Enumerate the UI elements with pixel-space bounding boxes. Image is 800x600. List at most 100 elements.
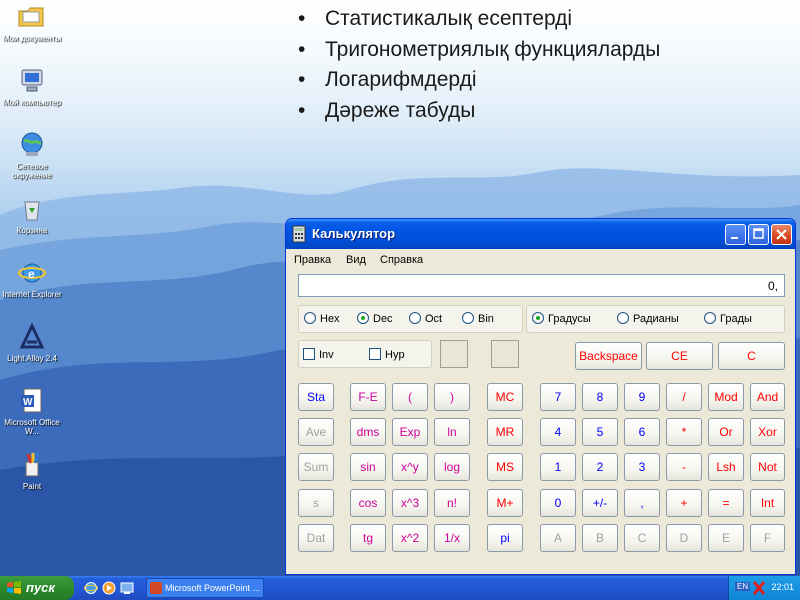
sci-key-dms[interactable]: dms: [350, 418, 386, 446]
pi-button[interactable]: pi: [487, 524, 523, 552]
desktop: Мои документы Мой компьютер Сетевое окру…: [0, 0, 800, 576]
sci-key-open-paren[interactable]: (: [392, 383, 428, 411]
word-document-icon: W: [21, 388, 42, 413]
desktop-icon-my-documents[interactable]: Мои документы: [0, 2, 64, 43]
radio-radians[interactable]: Радианы: [617, 312, 679, 325]
ave-button[interactable]: Ave: [298, 418, 334, 446]
key-6[interactable]: 6: [624, 418, 660, 446]
key-3[interactable]: 3: [624, 453, 660, 481]
key-mod[interactable]: Mod: [708, 383, 744, 411]
sci-key-cos[interactable]: cos: [350, 489, 386, 517]
maximize-button[interactable]: [748, 224, 769, 245]
clear-entry-button[interactable]: CE: [646, 342, 713, 370]
radio-degrees[interactable]: Градусы: [532, 312, 591, 325]
sta-button[interactable]: Sta: [298, 383, 334, 411]
key-5[interactable]: 5: [582, 418, 618, 446]
ms-button[interactable]: MS: [487, 453, 523, 481]
start-button[interactable]: пуск: [0, 576, 74, 600]
calculator-titlebar[interactable]: Калькулятор: [286, 219, 795, 249]
checkbox-hyp[interactable]: Hyp: [369, 348, 405, 361]
key-8[interactable]: 8: [582, 383, 618, 411]
minimize-button[interactable]: [725, 224, 746, 245]
sci-key-log[interactable]: log: [434, 453, 470, 481]
key-7[interactable]: 7: [540, 383, 576, 411]
key-decimal[interactable]: ,: [624, 489, 660, 517]
m-plus-button[interactable]: M+: [487, 489, 523, 517]
menu-view[interactable]: Вид: [346, 254, 366, 266]
desktop-icon-internet-explorer[interactable]: e Internet Explorer: [0, 258, 64, 299]
stdev-button[interactable]: s: [298, 489, 334, 517]
key-and[interactable]: And: [750, 383, 785, 411]
start-label: пуск: [26, 580, 55, 595]
desktop-icon-light-alloy[interactable]: Light Alloy 2.4: [0, 322, 64, 363]
desktop-icon-ms-word[interactable]: W Microsoft Office W...: [0, 386, 64, 436]
key-minus[interactable]: -: [666, 453, 702, 481]
radio-hex[interactable]: Hex: [304, 312, 340, 325]
key-multiply[interactable]: *: [666, 418, 702, 446]
key-plus-minus[interactable]: +/-: [582, 489, 618, 517]
window-title: Калькулятор: [312, 226, 396, 241]
key-hex-a[interactable]: A: [540, 524, 576, 552]
radio-bin[interactable]: Bin: [462, 312, 494, 325]
radio-grads[interactable]: Грады: [704, 312, 752, 325]
desktop-icon-paint[interactable]: Paint: [0, 450, 64, 491]
key-int[interactable]: Int: [750, 489, 785, 517]
dat-button[interactable]: Dat: [298, 524, 334, 552]
bullet-item: Тригонометриялық функцияларды: [296, 35, 660, 66]
antivirus-tray-icon[interactable]: [753, 581, 765, 595]
sci-key-factorial[interactable]: n!: [434, 489, 470, 517]
angle-unit-group: Градусы Радианы Грады: [526, 305, 785, 333]
checkbox-inv[interactable]: Inv: [303, 348, 334, 361]
key-equals[interactable]: =: [708, 489, 744, 517]
ie-quicklaunch-icon[interactable]: [84, 581, 98, 595]
key-not[interactable]: Not: [750, 453, 785, 481]
sci-key-cube[interactable]: x^3: [392, 489, 428, 517]
backspace-button[interactable]: Backspace: [575, 342, 642, 370]
sci-key-power[interactable]: x^y: [392, 453, 428, 481]
key-lsh[interactable]: Lsh: [708, 453, 744, 481]
mc-button[interactable]: MC: [487, 383, 523, 411]
key-plus[interactable]: +: [666, 489, 702, 517]
menu-help[interactable]: Справка: [380, 254, 423, 266]
key-0[interactable]: 0: [540, 489, 576, 517]
sci-key-close-paren[interactable]: ): [434, 383, 470, 411]
radio-selected-icon: [532, 312, 544, 324]
key-hex-b[interactable]: B: [582, 524, 618, 552]
key-1[interactable]: 1: [540, 453, 576, 481]
key-9[interactable]: 9: [624, 383, 660, 411]
sci-key-ln[interactable]: ln: [434, 418, 470, 446]
key-xor[interactable]: Xor: [750, 418, 785, 446]
sci-key-sin[interactable]: sin: [350, 453, 386, 481]
bullet-item: Дәреже табуды: [296, 96, 660, 127]
radio-dec[interactable]: Dec: [357, 312, 393, 325]
clear-button[interactable]: C: [718, 342, 785, 370]
menu-edit[interactable]: Правка: [294, 254, 331, 266]
key-4[interactable]: 4: [540, 418, 576, 446]
radio-circle-icon: [462, 312, 474, 324]
key-hex-d[interactable]: D: [666, 524, 702, 552]
desktop-icon-network[interactable]: Сетевое окружение: [0, 130, 64, 180]
taskbar-task-powerpoint[interactable]: Microsoft PowerPoint ...: [146, 578, 264, 598]
key-or[interactable]: Or: [708, 418, 744, 446]
computer-icon: [21, 69, 43, 92]
key-hex-c[interactable]: C: [624, 524, 660, 552]
sci-key-square[interactable]: x^2: [392, 524, 428, 552]
desktop-icon-recycle-bin[interactable]: Корзина: [0, 194, 64, 235]
show-desktop-icon[interactable]: [120, 581, 134, 595]
key-2[interactable]: 2: [582, 453, 618, 481]
key-hex-e[interactable]: E: [708, 524, 744, 552]
mr-button[interactable]: MR: [487, 418, 523, 446]
media-player-quicklaunch-icon[interactable]: [102, 581, 116, 595]
sci-key-fe[interactable]: F-E: [350, 383, 386, 411]
sum-button[interactable]: Sum: [298, 453, 334, 481]
close-button[interactable]: [771, 224, 792, 245]
sci-key-exp[interactable]: Exp: [392, 418, 428, 446]
radio-circle-icon: [617, 312, 629, 324]
radio-oct[interactable]: Oct: [409, 312, 442, 325]
desktop-icon-my-computer[interactable]: Мой компьютер: [0, 66, 64, 107]
language-indicator[interactable]: EN: [735, 582, 751, 591]
sci-key-reciprocal[interactable]: 1/x: [434, 524, 470, 552]
key-hex-f[interactable]: F: [750, 524, 785, 552]
key-divide[interactable]: /: [666, 383, 702, 411]
sci-key-tg[interactable]: tg: [350, 524, 386, 552]
